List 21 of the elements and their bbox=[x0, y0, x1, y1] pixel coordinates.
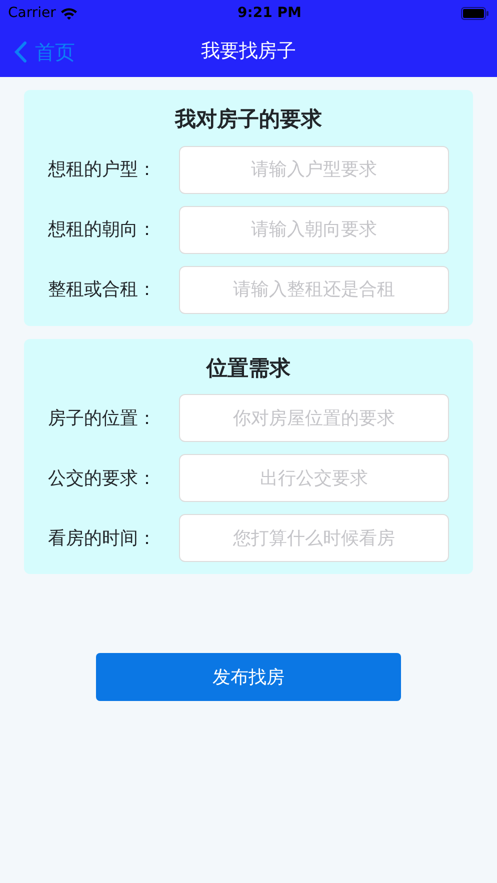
battery-icon bbox=[461, 6, 489, 20]
input-field[interactable]: 你对房屋位置的要求 bbox=[179, 394, 449, 442]
field-label: 想租的朝向： bbox=[48, 218, 157, 242]
publish-button[interactable]: 发布找房 bbox=[96, 653, 401, 701]
input-field[interactable]: 您打算什么时候看房 bbox=[179, 514, 449, 562]
clock-time: 9:21 PM bbox=[238, 4, 302, 22]
wifi-icon bbox=[60, 6, 78, 20]
page-title: 我要找房子 bbox=[201, 39, 296, 64]
input-field[interactable]: 出行公交要求 bbox=[179, 454, 449, 502]
back-chevron-icon bbox=[14, 40, 27, 62]
section-title: 我对房子的要求 bbox=[174, 106, 323, 133]
input-field[interactable]: 请输入户型要求 bbox=[179, 146, 449, 194]
field-label: 整租或合租： bbox=[48, 278, 157, 302]
carrier-label: Carrier bbox=[8, 4, 56, 22]
field-label: 公交的要求： bbox=[48, 466, 157, 490]
field-label: 想租的户型： bbox=[48, 158, 157, 182]
field-label: 看房的时间： bbox=[48, 526, 157, 550]
input-field[interactable]: 请输入朝向要求 bbox=[179, 206, 449, 254]
input-field[interactable]: 请输入整租还是合租 bbox=[179, 266, 449, 314]
field-label: 房子的位置： bbox=[48, 406, 157, 430]
section-title: 位置需求 bbox=[205, 354, 292, 382]
